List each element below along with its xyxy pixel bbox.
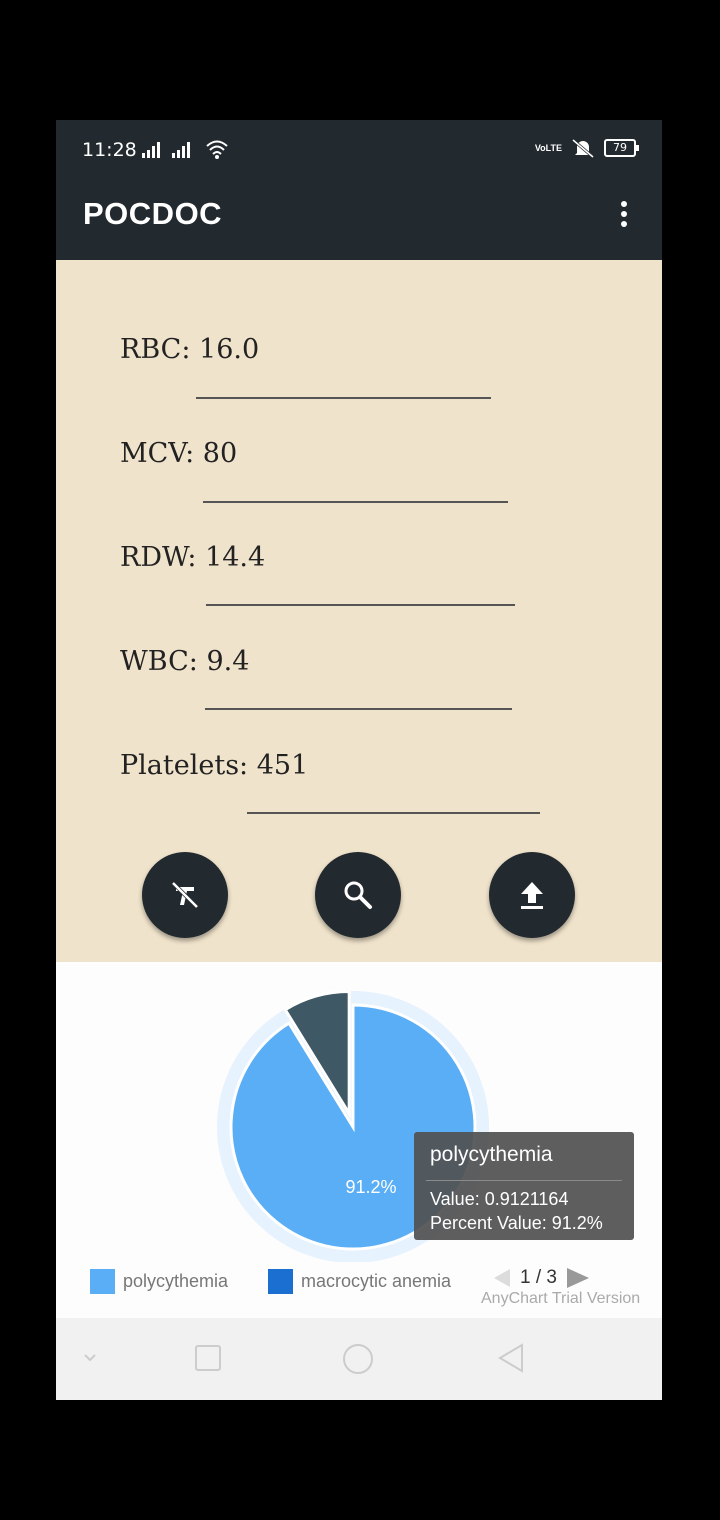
legend-swatch <box>268 1268 293 1294</box>
upload-button[interactable] <box>489 852 575 938</box>
wifi-icon <box>206 140 228 159</box>
platelets-field[interactable] <box>247 812 540 814</box>
tooltip-divider <box>426 1180 622 1181</box>
chart-tooltip: polycythemia Value: 0.9121164 Percent Va… <box>414 1132 634 1240</box>
platelets-value: 451 <box>256 750 309 781</box>
signal-icon <box>142 142 160 158</box>
wbc-value: 9.4 <box>206 646 250 677</box>
upload-icon <box>521 882 543 909</box>
legend-swatch <box>90 1268 115 1294</box>
clear-button[interactable] <box>142 852 228 938</box>
app-bar: POCDOC <box>56 180 662 260</box>
rdw-label: RDW: 14.4 <box>120 542 266 573</box>
status-time: 11:28 <box>82 139 137 161</box>
volte-icon: VoLTE <box>534 142 562 153</box>
platelets-label: Platelets: 451 <box>120 750 309 781</box>
rbc-label: RBC: 16.0 <box>120 334 260 365</box>
tooltip-percent: Percent Value: 91.2% <box>430 1213 603 1233</box>
signal-icon <box>172 142 190 158</box>
chevron-down-icon[interactable] <box>82 1352 98 1364</box>
tooltip-title: polycythemia <box>430 1143 553 1166</box>
notifications-off-icon <box>572 138 594 158</box>
legend-label: polycythemia <box>123 1270 229 1291</box>
rbc-field[interactable] <box>196 397 491 399</box>
legend-item-polycythemia[interactable]: polycythemia <box>90 1268 228 1294</box>
watermark: AnyChart Trial Version <box>481 1290 641 1307</box>
mcv-label: MCV: 80 <box>120 438 238 469</box>
battery-icon: 79 <box>604 139 639 157</box>
home-icon[interactable] <box>341 1342 375 1376</box>
wbc-label: WBC: 9.4 <box>120 646 250 677</box>
search-button[interactable] <box>315 852 401 938</box>
overflow-menu-icon[interactable] <box>612 198 636 234</box>
system-nav-bar <box>56 1318 662 1400</box>
legend-item-macrocytic-anemia[interactable]: macrocytic anemia <box>268 1268 451 1294</box>
chart-area: 91.2% polycythemia Value: 0.9121164 Perc… <box>56 962 662 1318</box>
legend-label: macrocytic anemia <box>301 1270 452 1291</box>
mcv-field[interactable] <box>203 501 508 503</box>
search-icon <box>344 881 372 909</box>
prev-page-icon[interactable] <box>490 1267 512 1289</box>
rdw-value: 14.4 <box>205 542 266 573</box>
mcv-value: 80 <box>202 438 238 469</box>
legend-pager: 1 / 3 <box>490 1266 591 1290</box>
recents-icon[interactable] <box>194 1344 222 1372</box>
next-page-icon[interactable] <box>565 1266 591 1290</box>
rdw-field[interactable] <box>206 604 515 606</box>
pie-data-label: 91.2% <box>345 1177 396 1197</box>
status-icons: VoLTE 79 <box>534 138 639 158</box>
input-form: RBC: 16.0 MCV: 80 RDW: 14.4 WBC: 9.4 Pla… <box>56 260 662 962</box>
back-icon[interactable] <box>496 1342 526 1374</box>
app-title: POCDOC <box>83 196 223 231</box>
pager-label: 1 / 3 <box>520 1267 557 1288</box>
status-bar: 11:28 VoLTE 79 <box>56 120 662 180</box>
wbc-field[interactable] <box>205 708 512 710</box>
tooltip-value: Value: 0.9121164 <box>430 1189 569 1209</box>
rbc-value: 16.0 <box>199 334 260 365</box>
clear-format-icon <box>171 881 199 909</box>
phone-screen: 11:28 VoLTE 79 POCDOC RBC: 16.0 MCV: 80 … <box>56 120 662 1400</box>
